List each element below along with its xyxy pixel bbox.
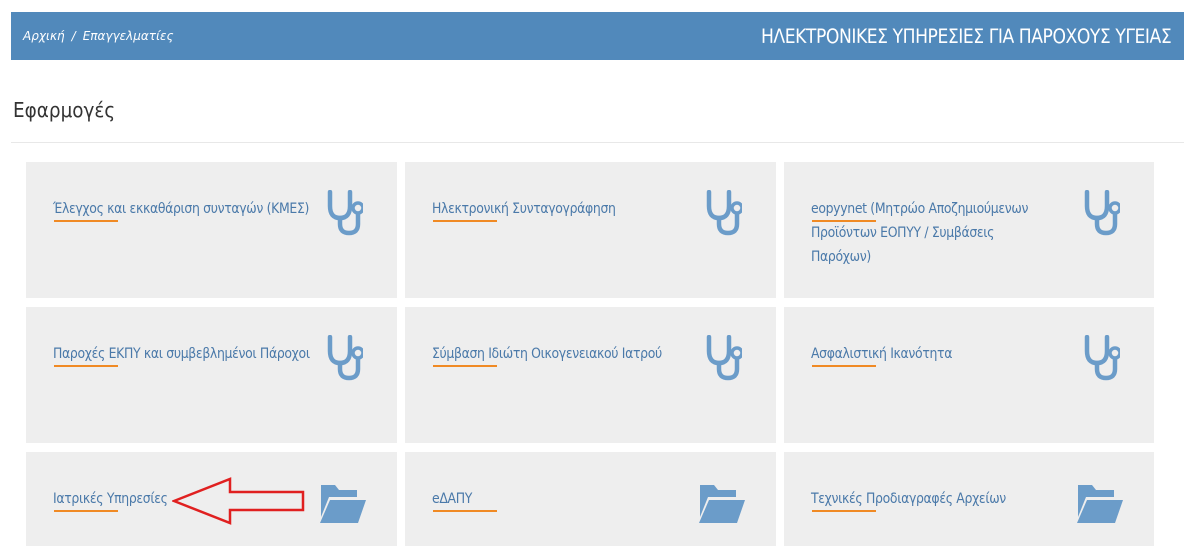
breadcrumb-separator: / <box>71 29 76 43</box>
app-tile[interactable]: Ασφαλιστική Ικανότητα <box>784 307 1154 443</box>
app-tile-link[interactable]: eopyynet (Μητρώο Αποζημιούμενων Προϊόντω… <box>811 197 1064 269</box>
app-tile-link[interactable]: Παροχές ΕΚΠΥ και συμβεβλημένοι Πάροχοι <box>53 342 310 366</box>
divider <box>11 142 1184 143</box>
app-tile-link[interactable]: Έλεγχος και εκκαθάριση συνταγών (ΚΜΕΣ) <box>53 197 309 221</box>
app-tile-link[interactable]: Σύμβαση Ιδιώτη Οικογενειακού Ιατρού <box>432 342 686 366</box>
tile-underline <box>54 365 118 367</box>
stethoscope-icon <box>327 335 363 381</box>
app-tile[interactable]: Παροχές ΕΚΠΥ και συμβεβλημένοι Πάροχοι <box>26 307 397 443</box>
site-title: ΗΛΕΚΤΡΟΝΙΚΕΣ ΥΠΗΡΕΣΙΕΣ ΓΙΑ ΠΑΡΟΧΟΥΣ ΥΓΕΙ… <box>760 24 1172 48</box>
app-tile-label[interactable]: eΔΑΠΥ <box>432 487 707 511</box>
app-tile-label[interactable]: Έλεγχος και εκκαθάριση συνταγών (ΚΜΕΣ) <box>53 197 328 221</box>
app-tile-link[interactable]: eΔΑΠΥ <box>432 487 686 511</box>
stethoscope-icon <box>1084 190 1120 236</box>
tile-underline <box>433 220 497 222</box>
breadcrumb-professionals-link[interactable]: Επαγγελματίες <box>83 29 174 43</box>
tile-underline <box>812 220 876 222</box>
app-tile-label[interactable]: Τεχνικές Προδιαγραφές Αρχείων <box>811 487 1086 511</box>
breadcrumb: Αρχική / Επαγγελματίες <box>23 29 174 43</box>
tile-underline <box>812 365 876 367</box>
app-tile[interactable]: Ηλεκτρονική Συνταγογράφηση <box>405 162 776 298</box>
app-tile-label[interactable]: Ασφαλιστική Ικανότητα <box>811 342 1086 366</box>
tile-underline <box>812 510 876 512</box>
app-tile-link[interactable]: Ηλεκτρονική Συνταγογράφηση <box>432 197 686 221</box>
app-tile[interactable]: Σύμβαση Ιδιώτη Οικογενειακού Ιατρού <box>405 307 776 443</box>
stethoscope-icon <box>706 335 742 381</box>
stethoscope-icon <box>706 190 742 236</box>
stethoscope-icon <box>1084 335 1120 381</box>
tile-underline <box>433 510 497 512</box>
app-tile[interactable]: eΔΑΠΥ <box>405 452 776 546</box>
folder-open-icon <box>1077 485 1123 523</box>
red-arrow-icon <box>172 477 305 525</box>
breadcrumb-home-link[interactable]: Αρχική <box>23 29 65 43</box>
app-tile[interactable]: Έλεγχος και εκκαθάριση συνταγών (ΚΜΕΣ) <box>26 162 397 298</box>
app-tile-label[interactable]: Σύμβαση Ιδιώτη Οικογενειακού Ιατρού <box>432 342 707 366</box>
folder-open-icon <box>320 485 366 523</box>
tile-underline <box>433 365 497 367</box>
page-title: Εφαρμογές <box>13 98 116 122</box>
app-tile-label[interactable]: Ηλεκτρονική Συνταγογράφηση <box>432 197 707 221</box>
app-tile[interactable]: Τεχνικές Προδιαγραφές Αρχείων <box>784 452 1154 546</box>
app-tile-label[interactable]: Παροχές ΕΚΠΥ και συμβεβλημένοι Πάροχοι <box>53 342 328 366</box>
app-tile[interactable]: eopyynet (Μητρώο Αποζημιούμενων Προϊόντω… <box>784 162 1154 298</box>
app-tile-label[interactable]: eopyynet (Μητρώο Αποζημιούμενων Προϊόντω… <box>811 197 1052 269</box>
tile-underline <box>54 220 118 222</box>
tile-underline <box>54 510 118 512</box>
top-bar: Αρχική / Επαγγελματίες ΗΛΕΚΤΡΟΝΙΚΕΣ ΥΠΗΡ… <box>11 12 1184 60</box>
folder-open-icon <box>699 485 745 523</box>
stethoscope-icon <box>327 190 363 236</box>
app-tile-link[interactable]: Τεχνικές Προδιαγραφές Αρχείων <box>811 487 1064 511</box>
app-tile-link[interactable]: Ασφαλιστική Ικανότητα <box>811 342 1064 366</box>
